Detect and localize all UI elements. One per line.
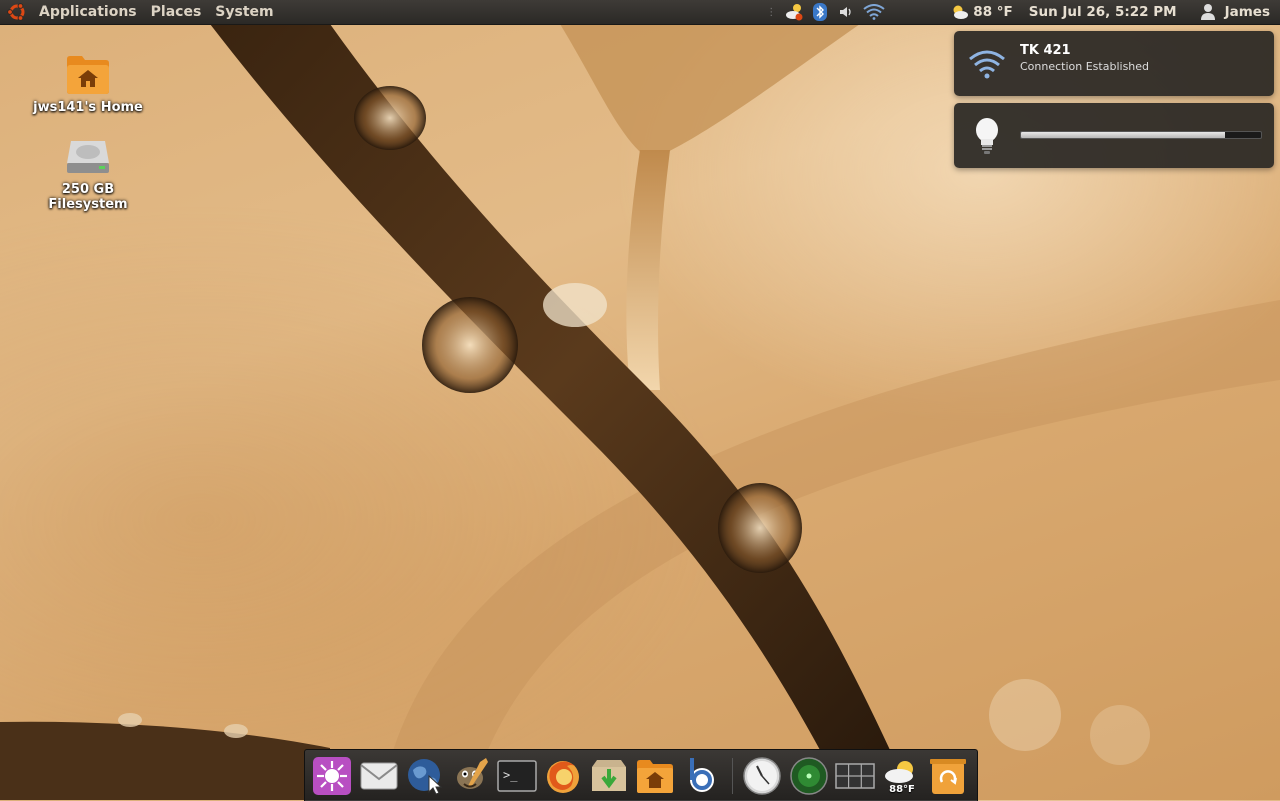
desktop-icon-label: 250 GB Filesystem	[48, 182, 128, 212]
home-folder-icon	[64, 50, 112, 98]
gnome-do-icon[interactable]	[311, 755, 353, 797]
network-wifi-icon[interactable]	[862, 2, 886, 22]
dock-separator	[732, 758, 733, 794]
web-browser-icon[interactable]	[404, 755, 446, 797]
gimp-icon[interactable]	[449, 755, 491, 797]
brightness-level-fill	[1021, 132, 1225, 138]
wifi-icon	[968, 45, 1006, 83]
notification-body: Connection Established	[1020, 60, 1150, 73]
terminal-icon[interactable]: >_	[496, 755, 538, 797]
clock-icon[interactable]	[741, 755, 783, 797]
menu-system[interactable]: System	[208, 4, 280, 20]
system-tray: ⋮ 88 °F Sun Jul 26, 5:22 PM James	[766, 0, 1280, 24]
weather-panel-icon[interactable]	[950, 2, 970, 22]
desktop-icon-filesystem[interactable]: 250 GB Filesystem	[23, 132, 153, 212]
archive-manager-icon[interactable]	[588, 755, 630, 797]
notification-title: TK 421	[1020, 43, 1071, 58]
bluetooth-icon[interactable]	[810, 2, 830, 22]
top-panel: Applications Places System ⋮ 88 °F Sun J…	[0, 0, 1280, 25]
mail-icon[interactable]	[358, 755, 400, 797]
weather-temperature[interactable]: 88 °F	[973, 4, 1012, 20]
firefox-icon[interactable]	[542, 755, 584, 797]
brightness-level-bar	[1020, 131, 1262, 139]
clock-datetime[interactable]: Sun Jul 26, 5:22 PM	[1029, 4, 1177, 20]
trash-icon[interactable]	[927, 755, 969, 797]
menu-places[interactable]: Places	[144, 4, 209, 20]
dock-weather-temperature: 88°F	[889, 784, 915, 795]
dock: >_ 88°F	[304, 749, 978, 801]
banshee-icon[interactable]	[681, 755, 723, 797]
user-name[interactable]: James	[1225, 4, 1270, 20]
home-folder-icon[interactable]	[634, 755, 676, 797]
brightness-notification[interactable]	[954, 103, 1274, 168]
svg-text:>_: >_	[503, 768, 518, 782]
lightbulb-icon	[968, 117, 1006, 155]
update-notifier-icon[interactable]	[784, 2, 804, 22]
radar-icon[interactable]	[788, 755, 830, 797]
tray-handle-icon: ⋮	[766, 6, 776, 18]
desktop-icon-label: jws141's Home	[33, 100, 143, 115]
menu-applications[interactable]: Applications	[32, 4, 144, 20]
desktop-icon-home[interactable]: jws141's Home	[23, 50, 153, 115]
volume-icon[interactable]	[836, 2, 856, 22]
ubuntu-logo-icon[interactable]	[6, 1, 28, 23]
network-notification[interactable]: TK 421 Connection Established	[954, 31, 1274, 96]
workspace-switcher-icon[interactable]	[834, 755, 876, 797]
user-icon[interactable]	[1198, 2, 1218, 22]
hard-drive-icon	[64, 132, 112, 180]
